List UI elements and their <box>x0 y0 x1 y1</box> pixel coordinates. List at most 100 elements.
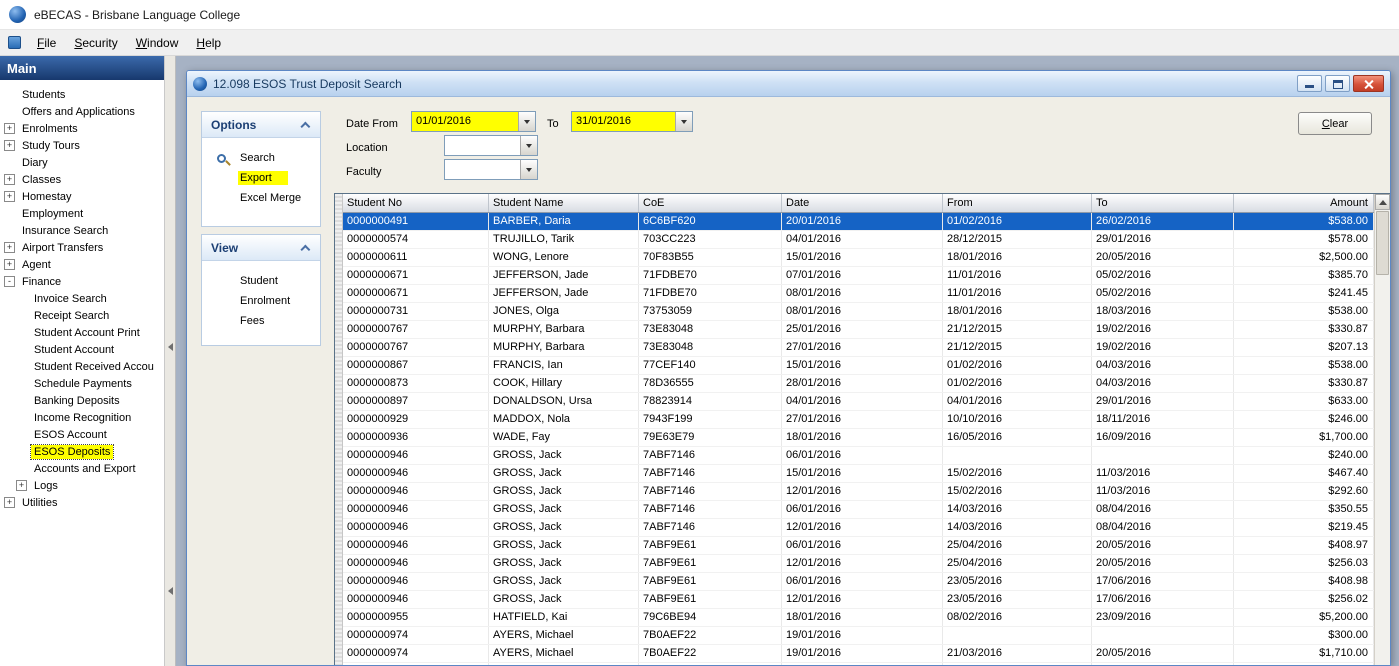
date-to-dropdown-button[interactable] <box>675 112 692 131</box>
maximize-button[interactable] <box>1325 75 1350 92</box>
tree-expand-icon[interactable]: + <box>4 497 15 508</box>
table-row[interactable]: 0000000955 HATFIELD, Kai 79C6BE94 18/01/… <box>343 609 1374 627</box>
column-header[interactable]: Student No <box>343 194 489 212</box>
tree-expand-icon[interactable]: + <box>4 242 15 253</box>
sidebar-item[interactable]: - Finance <box>0 273 164 290</box>
table-row[interactable]: 0000000873 COOK, Hillary 78D36555 28/01/… <box>343 375 1374 393</box>
location-value[interactable] <box>445 136 520 155</box>
column-header[interactable]: Student Name <box>489 194 639 212</box>
table-row[interactable]: 0000000491 BARBER, Daria 6C6BF620 20/01/… <box>343 213 1374 231</box>
table-row[interactable]: 0000000611 WONG, Lenore 70F83B55 15/01/2… <box>343 249 1374 267</box>
column-header[interactable]: CoE <box>639 194 782 212</box>
table-row[interactable]: 0000000946 GROSS, Jack 7ABF7146 12/01/20… <box>343 519 1374 537</box>
options-panel-item[interactable]: Search <box>202 148 320 168</box>
table-row[interactable]: 0000000946 GROSS, Jack 7ABF7146 06/01/20… <box>343 501 1374 519</box>
sidebar-item[interactable]: + Enrolments <box>0 120 164 137</box>
sidebar-item[interactable]: Diary <box>0 154 164 171</box>
table-row[interactable]: 0000000974 AYERS, Michael 7B0AEF22 19/01… <box>343 663 1374 665</box>
menu-item[interactable]: File <box>28 32 65 54</box>
date-to-field[interactable]: 31/01/2016 <box>571 111 693 132</box>
table-row[interactable]: 0000000946 GROSS, Jack 7ABF7146 12/01/20… <box>343 483 1374 501</box>
sidebar-item[interactable]: Student Account Print <box>0 324 164 341</box>
view-panel-item[interactable]: Enrolment <box>202 291 320 311</box>
sidebar-item[interactable]: Student Account <box>0 341 164 358</box>
table-row[interactable]: 0000000946 GROSS, Jack 7ABF7146 15/01/20… <box>343 465 1374 483</box>
tree-expand-icon[interactable]: + <box>4 259 15 270</box>
column-header[interactable]: Amount <box>1234 194 1374 212</box>
sidebar-splitter[interactable] <box>165 56 176 666</box>
scrollbar-thumb[interactable] <box>1376 211 1389 275</box>
table-row[interactable]: 0000000731 JONES, Olga 73753059 08/01/20… <box>343 303 1374 321</box>
column-header[interactable]: From <box>943 194 1092 212</box>
table-row[interactable]: 0000000671 JEFFERSON, Jade 71FDBE70 07/0… <box>343 267 1374 285</box>
sidebar-item[interactable]: Invoice Search <box>0 290 164 307</box>
sidebar-item[interactable]: Banking Deposits <box>0 392 164 409</box>
tree-expand-icon[interactable]: + <box>4 191 15 202</box>
tree-expand-icon[interactable]: + <box>4 174 15 185</box>
table-row[interactable]: 0000000946 GROSS, Jack 7ABF9E61 06/01/20… <box>343 537 1374 555</box>
tree-expand-icon[interactable]: + <box>4 123 15 134</box>
close-button[interactable] <box>1353 75 1384 92</box>
sidebar-item[interactable]: + Agent <box>0 256 164 273</box>
chevron-up-icon[interactable] <box>300 122 310 132</box>
menu-item[interactable]: Help <box>187 32 230 54</box>
view-panel-item[interactable]: Fees <box>202 311 320 331</box>
location-select[interactable] <box>444 135 538 156</box>
sidebar-item[interactable]: Receipt Search <box>0 307 164 324</box>
table-row[interactable]: 0000000671 JEFFERSON, Jade 71FDBE70 08/0… <box>343 285 1374 303</box>
table-row[interactable]: 0000000867 FRANCIS, Ian 77CEF140 15/01/2… <box>343 357 1374 375</box>
date-from-field[interactable]: 01/01/2016 <box>411 111 536 132</box>
minimize-button[interactable] <box>1297 75 1322 92</box>
tree-expand-icon[interactable]: + <box>16 480 27 491</box>
menu-item[interactable]: Window <box>127 32 188 54</box>
sidebar-item[interactable]: Schedule Payments <box>0 375 164 392</box>
menu-item[interactable]: Security <box>65 32 126 54</box>
column-header[interactable]: Date <box>782 194 943 212</box>
sidebar-item[interactable]: ESOS Deposits <box>0 443 164 460</box>
view-panel-header[interactable]: View <box>202 235 320 261</box>
sidebar-item[interactable]: Income Recognition <box>0 409 164 426</box>
column-header[interactable]: To <box>1092 194 1234 212</box>
view-panel-item[interactable]: Student <box>202 271 320 291</box>
collapse-left-icon[interactable] <box>168 587 173 595</box>
tree-expand-icon[interactable]: + <box>4 140 15 151</box>
table-row[interactable]: 0000000936 WADE, Fay 79E63E79 18/01/2016… <box>343 429 1374 447</box>
sidebar-item[interactable]: Offers and Applications <box>0 103 164 120</box>
location-dropdown-button[interactable] <box>520 136 537 155</box>
options-panel-header[interactable]: Options <box>202 112 320 138</box>
sidebar-item[interactable]: Accounts and Export <box>0 460 164 477</box>
vertical-scrollbar[interactable] <box>1374 194 1390 665</box>
tree-expand-icon[interactable]: - <box>4 276 15 287</box>
sidebar-item[interactable]: Students <box>0 86 164 103</box>
sidebar-item[interactable]: + Logs <box>0 477 164 494</box>
inner-window-titlebar[interactable]: 12.098 ESOS Trust Deposit Search <box>187 71 1390 97</box>
sidebar-item[interactable]: + Classes <box>0 171 164 188</box>
faculty-dropdown-button[interactable] <box>520 160 537 179</box>
options-panel-item[interactable]: Excel Merge <box>202 188 320 208</box>
table-row[interactable]: 0000000574 TRUJILLO, Tarik 703CC223 04/0… <box>343 231 1374 249</box>
sidebar-item[interactable]: Employment <box>0 205 164 222</box>
chevron-up-icon[interactable] <box>300 245 310 255</box>
date-from-dropdown-button[interactable] <box>518 112 535 131</box>
sidebar-item[interactable]: Insurance Search <box>0 222 164 239</box>
table-row[interactable]: 0000000974 AYERS, Michael 7B0AEF22 19/01… <box>343 627 1374 645</box>
faculty-select[interactable] <box>444 159 538 180</box>
table-row[interactable]: 0000000974 AYERS, Michael 7B0AEF22 19/01… <box>343 645 1374 663</box>
scroll-up-button[interactable] <box>1375 194 1390 210</box>
table-row[interactable]: 0000000946 GROSS, Jack 7ABF9E61 06/01/20… <box>343 573 1374 591</box>
table-row[interactable]: 0000000897 DONALDSON, Ursa 78823914 04/0… <box>343 393 1374 411</box>
sidebar-item[interactable]: + Utilities <box>0 494 164 511</box>
table-row[interactable]: 0000000946 GROSS, Jack 7ABF7146 06/01/20… <box>343 447 1374 465</box>
table-row[interactable]: 0000000946 GROSS, Jack 7ABF9E61 12/01/20… <box>343 555 1374 573</box>
faculty-value[interactable] <box>445 160 520 179</box>
date-to-value[interactable]: 31/01/2016 <box>572 112 675 131</box>
sidebar-item[interactable]: + Study Tours <box>0 137 164 154</box>
collapse-left-icon[interactable] <box>168 343 173 351</box>
clear-button[interactable]: Clear <box>1298 112 1372 135</box>
sidebar-item[interactable]: Student Received Accou <box>0 358 164 375</box>
table-row[interactable]: 0000000946 GROSS, Jack 7ABF9E61 12/01/20… <box>343 591 1374 609</box>
options-panel-item[interactable]: Export <box>202 168 320 188</box>
date-from-value[interactable]: 01/01/2016 <box>412 112 518 131</box>
table-row[interactable]: 0000000767 MURPHY, Barbara 73E83048 25/0… <box>343 321 1374 339</box>
sidebar-item[interactable]: + Homestay <box>0 188 164 205</box>
